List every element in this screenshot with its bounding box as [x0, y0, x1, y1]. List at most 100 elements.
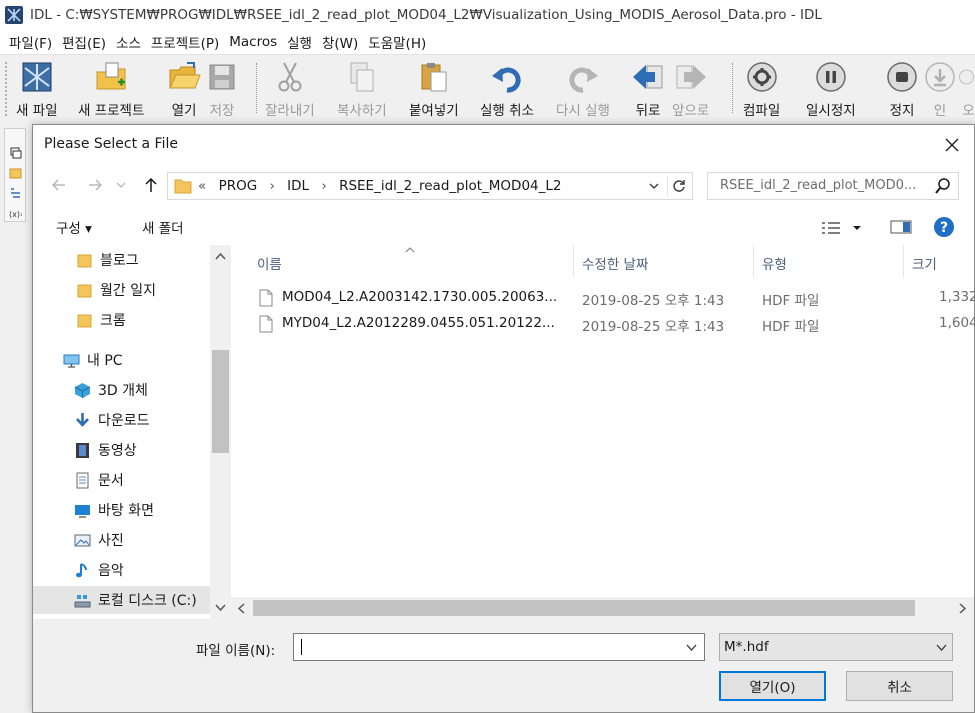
refresh-button[interactable]: [667, 176, 689, 196]
compile-button[interactable]: 컴파일: [743, 59, 780, 119]
step-over-button[interactable]: 오: [958, 59, 975, 119]
column-date-header[interactable]: 수정한 날짜: [582, 253, 648, 273]
scroll-left-icon[interactable]: [237, 603, 245, 614]
column-size-header[interactable]: 크기: [912, 253, 937, 273]
menu-help[interactable]: 도움말(H): [363, 32, 431, 52]
undo-button[interactable]: 실행 취소: [480, 59, 534, 119]
column-type-header[interactable]: 유형: [762, 253, 787, 273]
preview-pane-button[interactable]: [890, 219, 912, 237]
open-folder-icon: [166, 59, 202, 95]
file-list-scroll-thumb[interactable]: [253, 600, 915, 616]
stop-button[interactable]: 정지: [884, 59, 920, 119]
file-date: 2019-08-25 오후 1:43: [582, 293, 725, 309]
copy-button[interactable]: 복사하기: [337, 59, 387, 119]
nav-back-button[interactable]: [49, 175, 69, 195]
open-toolbar-button[interactable]: 열기: [166, 59, 202, 119]
column-divider[interactable]: [903, 245, 904, 277]
paste-button[interactable]: 붙여넣기: [409, 59, 459, 119]
step-over-icon: [958, 59, 975, 95]
breadcrumb-overflow[interactable]: «: [198, 178, 206, 194]
organize-button[interactable]: 구성 ▾: [56, 217, 92, 237]
file-type-filter-select[interactable]: M*.hdf: [719, 633, 953, 661]
recent-locations-button[interactable]: [115, 175, 127, 195]
menu-run[interactable]: 실행: [282, 32, 317, 52]
file-row[interactable]: MYD04_L2.A2012289.0455.051.20122... 2019…: [257, 311, 975, 337]
search-icon[interactable]: [934, 177, 952, 195]
breadcrumb-item-idl[interactable]: IDL: [287, 178, 309, 194]
save-button[interactable]: 저장: [204, 59, 240, 119]
svg-text:(x)=: (x)=: [9, 210, 22, 219]
filename-input[interactable]: [300, 638, 670, 656]
menu-source[interactable]: 소스: [111, 32, 146, 52]
menu-file[interactable]: 파일(F): [4, 32, 57, 52]
nav-item-pictures[interactable]: 사진: [33, 526, 210, 554]
address-bar[interactable]: « PROG › IDL › RSEE_idl_2_read_plot_MOD0…: [167, 172, 693, 200]
cancel-button[interactable]: 취소: [846, 671, 953, 701]
new-file-button[interactable]: 새 파일: [16, 59, 58, 119]
menu-window[interactable]: 창(W): [317, 32, 363, 52]
menu-bar: 파일(F) 편집(E) 소스 프로젝트(P) Macros 실행 창(W) 도움…: [0, 30, 975, 54]
column-header-row: 이름 수정한 날짜 유형 크기: [231, 245, 974, 277]
scroll-right-icon[interactable]: [959, 603, 967, 614]
new-folder-button[interactable]: 새 폴더: [142, 217, 184, 237]
nav-item-this-pc[interactable]: 내 PC: [33, 346, 210, 374]
file-row[interactable]: MOD04_L2.A2003142.1730.005.20063... 2019…: [257, 285, 975, 311]
open-button[interactable]: 열기(O): [719, 671, 826, 701]
search-box[interactable]: [707, 172, 959, 200]
menu-edit[interactable]: 편집(E): [57, 32, 111, 52]
new-project-button[interactable]: 새 프로젝트: [78, 59, 144, 119]
nav-item-downloads[interactable]: 다운로드: [33, 406, 210, 434]
filename-dropdown-button[interactable]: [682, 639, 700, 657]
help-button[interactable]: ?: [933, 216, 955, 238]
menu-macros[interactable]: Macros: [224, 34, 282, 50]
file-list-hscrollbar[interactable]: [231, 597, 974, 619]
menu-project[interactable]: 프로젝트(P): [146, 32, 224, 52]
redo-button[interactable]: 다시 실행: [556, 59, 610, 119]
dialog-close-button[interactable]: [937, 133, 967, 157]
pause-button[interactable]: 일시정지: [806, 59, 856, 119]
breadcrumb-item-current[interactable]: RSEE_idl_2_read_plot_MOD04_L2: [339, 178, 561, 194]
forward-button[interactable]: 앞으로: [672, 59, 709, 119]
cut-button[interactable]: 잘라내기: [265, 59, 315, 119]
nav-pane-scrollbar[interactable]: [210, 245, 231, 619]
breadcrumb-separator-icon[interactable]: ›: [269, 178, 274, 194]
project-explorer-icon[interactable]: [9, 167, 22, 179]
nav-item-chrome[interactable]: 크롬: [33, 306, 210, 334]
scroll-down-icon[interactable]: [215, 604, 226, 612]
new-file-icon: [19, 59, 55, 95]
column-divider[interactable]: [573, 245, 574, 277]
filename-combobox[interactable]: [293, 633, 705, 661]
step-into-button[interactable]: 인: [922, 59, 958, 119]
dialog-footer: 파일 이름(N): M*.hdf 열기(O) 취소: [33, 619, 974, 712]
nav-item-documents[interactable]: 문서: [33, 466, 210, 494]
stop-icon: [884, 59, 920, 95]
search-input[interactable]: [720, 178, 920, 193]
breadcrumb-item-prog[interactable]: PROG: [219, 178, 258, 194]
nav-forward-button[interactable]: [85, 175, 105, 195]
scissors-icon: [272, 59, 308, 95]
nav-item-videos[interactable]: 동영상: [33, 436, 210, 464]
nav-item-blog[interactable]: 블로그: [33, 246, 210, 274]
file-name: MOD04_L2.A2003142.1730.005.20063...: [282, 289, 558, 305]
forward-label: 앞으로: [672, 103, 710, 119]
nav-item-3d-objects[interactable]: 3D 개체: [33, 376, 210, 404]
nav-up-button[interactable]: [141, 175, 161, 195]
nav-item-desktop[interactable]: 바탕 화면: [33, 496, 210, 524]
filter-dropdown-button[interactable]: [932, 639, 950, 657]
nav-item-monthly-log[interactable]: 월간 일지: [33, 276, 210, 304]
outline-icon[interactable]: [9, 187, 22, 199]
back-button[interactable]: 뒤로: [630, 59, 666, 119]
scroll-up-icon[interactable]: [215, 252, 226, 260]
restore-icon[interactable]: [9, 147, 22, 159]
column-name-header[interactable]: 이름: [257, 253, 282, 273]
nav-item-music[interactable]: 음악: [33, 556, 210, 584]
variables-icon[interactable]: (x)=: [9, 207, 22, 219]
address-dropdown-button[interactable]: [645, 177, 663, 195]
toolbar-grip[interactable]: [4, 61, 8, 117]
column-divider[interactable]: [753, 245, 754, 277]
view-options-button[interactable]: [821, 219, 867, 237]
dialog-title: Please Select a File: [44, 136, 178, 152]
nav-item-local-disk[interactable]: 로컬 디스크 (C:): [33, 586, 210, 614]
nav-pane-scroll-thumb[interactable]: [212, 350, 229, 453]
breadcrumb-separator-icon[interactable]: ›: [321, 178, 326, 194]
